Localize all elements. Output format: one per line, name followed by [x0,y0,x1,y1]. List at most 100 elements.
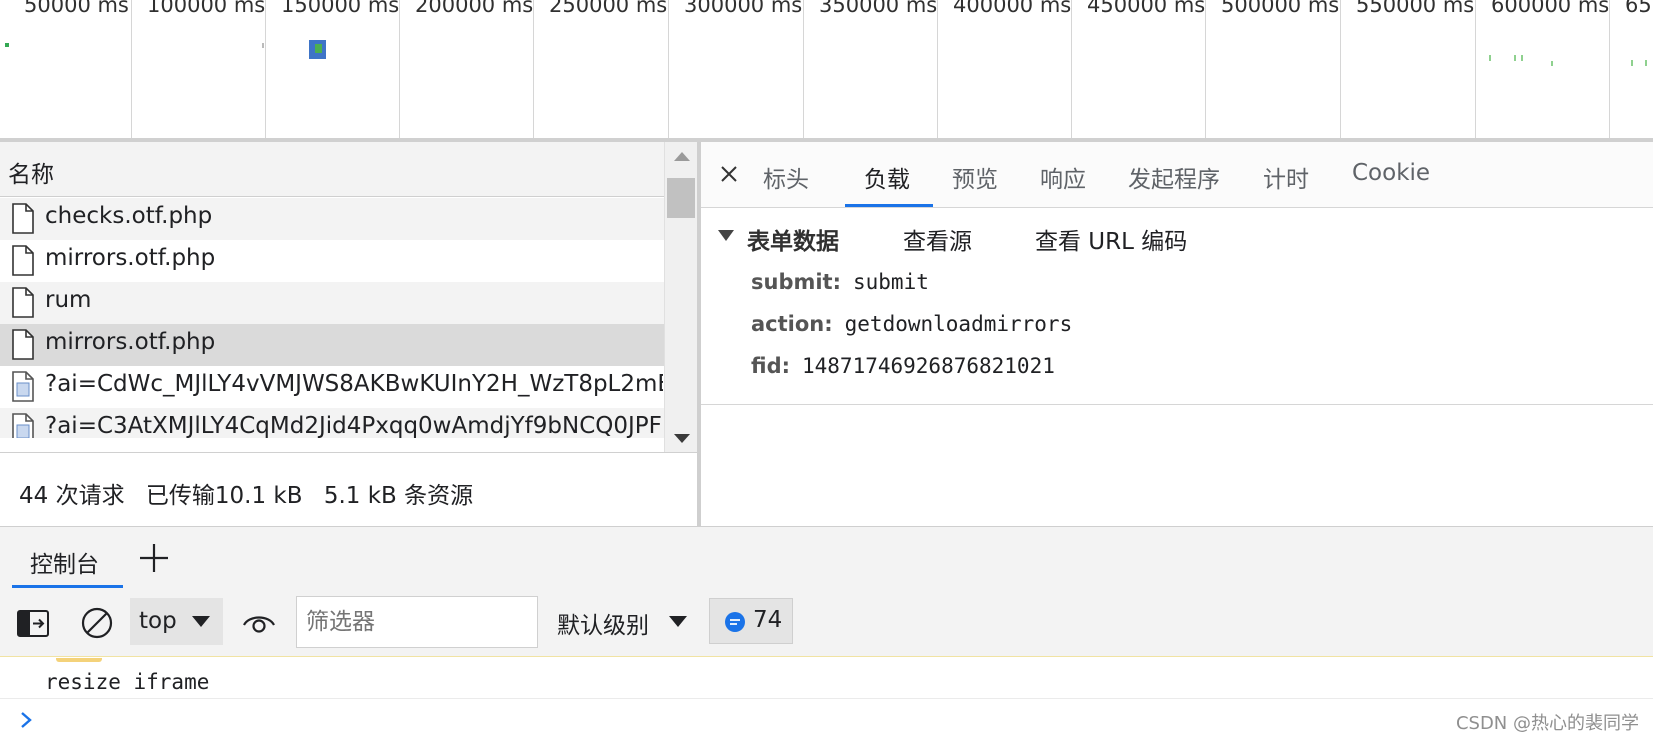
name-column-header[interactable]: 名称 [0,142,664,197]
timeline-request-mark [1645,60,1647,66]
show-sidebar-icon[interactable] [17,610,49,637]
form-field-value: submit [853,270,929,294]
context-selector[interactable]: top [130,598,223,645]
tab-cookies[interactable]: Cookie [1352,160,1430,186]
scroll-up-arrow-icon[interactable] [674,152,690,161]
log-level-dropdown[interactable]: 默认级别 [557,606,687,640]
timeline-tick: 100000 ms [131,0,265,140]
issues-count: 74 [753,607,783,633]
network-summary-bar: 44 次请求 已传输10.1 kB 5.1 kB 条资源 [19,476,487,510]
timeline-tick: 550000 ms [1340,0,1474,140]
timeline-tick: 350000 ms [803,0,937,140]
network-overview-timeline[interactable]: 50000 ms 100000 ms 150000 ms 200000 ms 2… [0,0,1653,140]
timeline-tick-label: 150000 ms [281,0,400,17]
collapse-triangle-icon[interactable] [718,230,734,241]
timeline-tick: 600000 ms [1475,0,1609,140]
timeline-tick-label: 250000 ms [549,0,668,17]
view-url-encoded-link[interactable]: 查看 URL 编码 [1035,222,1187,256]
form-data-title[interactable]: 表单数据 [747,222,839,256]
tab-timing[interactable]: 计时 [1263,160,1309,194]
request-row[interactable]: ?ai=C3AtXMJlLY4CqMd2Jid4Pxqq0wAmdjYf9bNC… [0,408,664,438]
dropdown-arrow-icon [669,616,687,627]
request-list-scrollbar[interactable] [664,142,697,452]
document-icon [12,245,34,276]
view-source-link[interactable]: 查看源 [903,222,972,256]
request-name: ?ai=CdWc_MJlLY4vVMJWS8AKBwKUInY2H_WzT8pL… [45,371,663,397]
request-name: checks.otf.php [45,203,213,229]
issues-counter-button[interactable]: 74 [709,598,793,644]
tab-headers[interactable]: 标头 [763,160,809,194]
request-row-selected[interactable]: mirrors.otf.php [0,324,664,366]
transferred-size: 已传输10.1 kB [145,483,303,509]
timeline-tick-label: 200000 ms [415,0,534,17]
form-field-key: action: [751,312,833,336]
console-output: resize iframe CSDN @热心的裴同学 [0,658,1653,740]
request-row[interactable]: rum [0,282,664,324]
tab-console[interactable]: 控制台 [12,527,123,589]
form-field-key: fid: [751,354,790,378]
timeline-request-mark [1631,60,1633,66]
timeline-tick: 400000 ms [937,0,1071,140]
request-row[interactable]: mirrors.otf.php [0,240,664,282]
request-row[interactable]: ?ai=CdWc_MJlLY4vVMJWS8AKBwKUInY2H_WzT8pL… [0,366,664,408]
timeline-request-mark [1551,61,1553,66]
console-prompt-chevron-icon[interactable] [18,710,34,730]
active-tab-indicator [12,585,123,588]
document-icon [12,287,34,318]
document-icon [12,203,34,234]
timeline-request-mark [315,44,322,53]
scrollbar-thumb[interactable] [667,178,695,218]
warning-marker [56,658,102,662]
name-column-header-label: 名称 [8,162,54,188]
watermark-text: CSDN @热心的裴同学 [1455,713,1639,734]
request-name: mirrors.otf.php [45,329,216,355]
close-icon[interactable] [717,162,741,186]
form-field-key: submit: [751,270,841,294]
timeline-tick: 500000 ms [1205,0,1339,140]
tab-initiator[interactable]: 发起程序 [1128,160,1220,194]
timeline-request-mark [1521,55,1523,61]
timeline-tick-label: 50000 ms [24,0,129,17]
timeline-tick-label: 550000 ms [1356,0,1475,17]
form-field-row: action: getdownloadmirrors [751,312,1072,336]
live-expression-eye-icon[interactable] [242,608,276,638]
timeline-tick: 450000 ms [1071,0,1205,140]
request-count: 44 次请求 [19,483,125,509]
divider [701,404,1653,405]
context-selector-value: top [139,608,177,634]
request-detail-panel: 标头 负载 预览 响应 发起程序 计时 Cookie 表单数据 查看源 查看 U… [701,142,1653,526]
resources-size: 5.1 kB 条资源 [323,483,474,509]
timeline-request-mark [1489,55,1491,61]
request-name: rum [45,287,92,313]
timeline-tick-label: 400000 ms [953,0,1072,17]
console-log-message[interactable]: resize iframe [45,670,209,694]
timeline-tick-label: 65( [1625,0,1653,17]
message-bubble-icon [725,612,745,632]
tab-preview[interactable]: 预览 [952,160,998,194]
divider [0,698,1653,699]
form-field-row: submit: submit [751,270,929,294]
request-row[interactable]: checks.otf.php [0,198,664,240]
timeline-tick: 150000 ms [265,0,399,140]
script-document-icon [12,413,34,438]
active-tab-indicator [845,204,933,207]
timeline-request-mark [1514,55,1516,61]
request-name: mirrors.otf.php [45,245,216,271]
tab-response[interactable]: 响应 [1040,160,1086,194]
drawer-tab-bar: 控制台 [0,527,1653,592]
timeline-tick: 300000 ms [668,0,802,140]
timeline-request-mark [5,43,9,47]
timeline-tick-label: 600000 ms [1491,0,1610,17]
add-tab-plus-icon[interactable] [138,542,170,574]
tab-console-label: 控制台 [30,552,99,578]
filter-input[interactable] [296,596,538,648]
form-field-value: getdownloadmirrors [844,312,1073,336]
detail-tab-bar: 标头 负载 预览 响应 发起程序 计时 Cookie [701,142,1653,208]
tab-payload[interactable]: 负载 [864,160,910,194]
document-icon [12,329,34,360]
timeline-tick: 250000 ms [533,0,667,140]
form-field-value: 14871746926876821021 [802,354,1055,378]
clear-console-icon[interactable] [80,606,114,640]
scroll-down-arrow-icon[interactable] [674,434,690,443]
timeline-tick: 200000 ms [399,0,533,140]
